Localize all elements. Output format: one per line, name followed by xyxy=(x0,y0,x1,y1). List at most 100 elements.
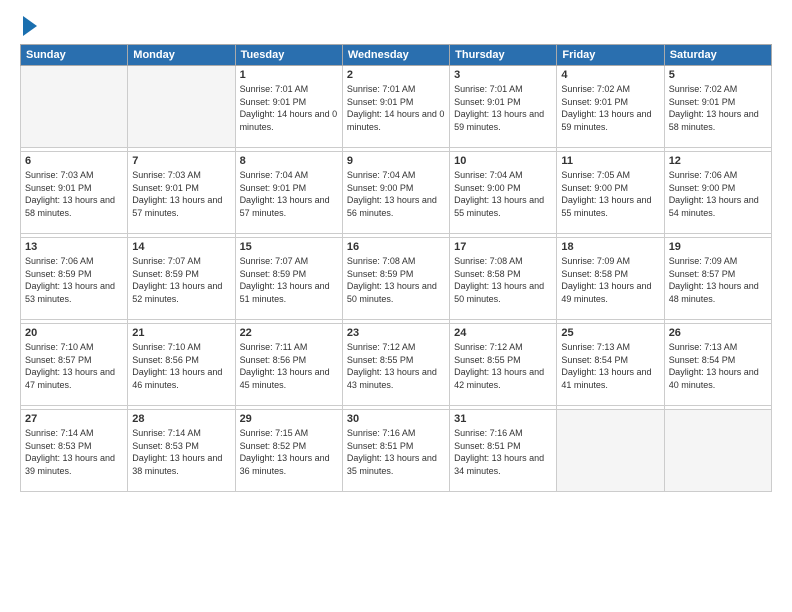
calendar-week-1: 1 Sunrise: 7:01 AMSunset: 9:01 PMDaylight… xyxy=(21,66,772,148)
day-detail: Sunrise: 7:03 AMSunset: 9:01 PMDaylight:… xyxy=(132,169,230,219)
day-detail: Sunrise: 7:02 AMSunset: 9:01 PMDaylight:… xyxy=(561,83,659,133)
calendar-cell: 18Sunrise: 7:09 AMSunset: 8:58 PMDayligh… xyxy=(557,238,664,320)
calendar-cell: 9Sunrise: 7:04 AMSunset: 9:00 PMDaylight… xyxy=(342,152,449,234)
calendar-cell: 22Sunrise: 7:11 AMSunset: 8:56 PMDayligh… xyxy=(235,324,342,406)
day-number: 6 xyxy=(25,155,123,167)
day-number: 9 xyxy=(347,155,445,167)
calendar-week-3: 13 Sunrise: 7:06 AMSunset: 8:59 PMDayligh… xyxy=(21,238,772,320)
calendar-cell: 16 Sunrise: 7:08 AMSunset: 8:59 PMDayligh… xyxy=(342,238,449,320)
calendar-week-2: 6 Sunrise: 7:03 AMSunset: 9:01 PMDaylight… xyxy=(21,152,772,234)
calendar-cell: 3 Sunrise: 7:01 AMSunset: 9:01 PMDaylight… xyxy=(450,66,557,148)
calendar-week-5: 27Sunrise: 7:14 AMSunset: 8:53 PMDayligh… xyxy=(21,410,772,492)
day-number: 30 xyxy=(347,413,445,425)
calendar-cell: 14 Sunrise: 7:07 AMSunset: 8:59 PMDayligh… xyxy=(128,238,235,320)
logo xyxy=(20,18,37,36)
day-number: 19 xyxy=(669,241,767,253)
day-number: 7 xyxy=(132,155,230,167)
day-number: 26 xyxy=(669,327,767,339)
calendar-cell: 8 Sunrise: 7:04 AMSunset: 9:01 PMDaylight… xyxy=(235,152,342,234)
calendar-cell: 17 Sunrise: 7:08 AMSunset: 8:58 PMDayligh… xyxy=(450,238,557,320)
day-number: 10 xyxy=(454,155,552,167)
day-number: 4 xyxy=(561,69,659,81)
day-detail: Sunrise: 7:06 AMSunset: 9:00 PMDaylight:… xyxy=(669,169,767,219)
day-number: 20 xyxy=(25,327,123,339)
calendar-cell: 19 Sunrise: 7:09 AMSunset: 8:57 PMDayligh… xyxy=(664,238,771,320)
day-detail: Sunrise: 7:14 AMSunset: 8:53 PMDaylight:… xyxy=(132,427,230,477)
calendar-header-saturday: Saturday xyxy=(664,45,771,66)
calendar-header-wednesday: Wednesday xyxy=(342,45,449,66)
day-detail: Sunrise: 7:04 AMSunset: 9:01 PMDaylight:… xyxy=(240,169,338,219)
day-number: 25 xyxy=(561,327,659,339)
page: SundayMondayTuesdayWednesdayThursdayFrid… xyxy=(0,0,792,612)
calendar-cell: 29 Sunrise: 7:15 AMSunset: 8:52 PMDayligh… xyxy=(235,410,342,492)
day-number: 21 xyxy=(132,327,230,339)
day-number: 1 xyxy=(240,69,338,81)
calendar-cell: 5 Sunrise: 7:02 AMSunset: 9:01 PMDaylight… xyxy=(664,66,771,148)
calendar-cell xyxy=(128,66,235,148)
day-number: 24 xyxy=(454,327,552,339)
day-detail: Sunrise: 7:07 AMSunset: 8:59 PMDaylight:… xyxy=(132,255,230,305)
day-detail: Sunrise: 7:15 AMSunset: 8:52 PMDaylight:… xyxy=(240,427,338,477)
calendar-cell: 24 Sunrise: 7:12 AMSunset: 8:55 PMDayligh… xyxy=(450,324,557,406)
day-detail: Sunrise: 7:12 AMSunset: 8:55 PMDaylight:… xyxy=(347,341,445,391)
day-detail: Sunrise: 7:05 AMSunset: 9:00 PMDaylight:… xyxy=(561,169,659,219)
day-detail: Sunrise: 7:09 AMSunset: 8:58 PMDaylight:… xyxy=(561,255,659,305)
calendar-header-friday: Friday xyxy=(557,45,664,66)
calendar-cell: 13 Sunrise: 7:06 AMSunset: 8:59 PMDayligh… xyxy=(21,238,128,320)
day-detail: Sunrise: 7:13 AMSunset: 8:54 PMDaylight:… xyxy=(561,341,659,391)
calendar-cell: 15 Sunrise: 7:07 AMSunset: 8:59 PMDayligh… xyxy=(235,238,342,320)
day-number: 29 xyxy=(240,413,338,425)
day-number: 2 xyxy=(347,69,445,81)
calendar-header-thursday: Thursday xyxy=(450,45,557,66)
day-detail: Sunrise: 7:01 AMSunset: 9:01 PMDaylight:… xyxy=(347,83,445,133)
day-number: 5 xyxy=(669,69,767,81)
day-detail: Sunrise: 7:04 AMSunset: 9:00 PMDaylight:… xyxy=(454,169,552,219)
day-detail: Sunrise: 7:07 AMSunset: 8:59 PMDaylight:… xyxy=(240,255,338,305)
calendar-header-sunday: Sunday xyxy=(21,45,128,66)
calendar-header-row: SundayMondayTuesdayWednesdayThursdayFrid… xyxy=(21,45,772,66)
calendar-cell: 25 Sunrise: 7:13 AMSunset: 8:54 PMDayligh… xyxy=(557,324,664,406)
calendar-cell: 28 Sunrise: 7:14 AMSunset: 8:53 PMDayligh… xyxy=(128,410,235,492)
calendar-header-tuesday: Tuesday xyxy=(235,45,342,66)
calendar-cell: 26Sunrise: 7:13 AMSunset: 8:54 PMDayligh… xyxy=(664,324,771,406)
day-number: 28 xyxy=(132,413,230,425)
day-detail: Sunrise: 7:06 AMSunset: 8:59 PMDaylight:… xyxy=(25,255,123,305)
day-number: 11 xyxy=(561,155,659,167)
calendar-cell: 12Sunrise: 7:06 AMSunset: 9:00 PMDayligh… xyxy=(664,152,771,234)
logo-arrow-icon xyxy=(23,16,37,36)
calendar-cell: 21 Sunrise: 7:10 AMSunset: 8:56 PMDayligh… xyxy=(128,324,235,406)
day-detail: Sunrise: 7:02 AMSunset: 9:01 PMDaylight:… xyxy=(669,83,767,133)
day-detail: Sunrise: 7:16 AMSunset: 8:51 PMDaylight:… xyxy=(454,427,552,477)
day-number: 14 xyxy=(132,241,230,253)
day-detail: Sunrise: 7:08 AMSunset: 8:59 PMDaylight:… xyxy=(347,255,445,305)
day-detail: Sunrise: 7:16 AMSunset: 8:51 PMDaylight:… xyxy=(347,427,445,477)
day-number: 15 xyxy=(240,241,338,253)
header xyxy=(20,18,772,36)
calendar-cell: 30 Sunrise: 7:16 AMSunset: 8:51 PMDayligh… xyxy=(342,410,449,492)
calendar-cell: 2 Sunrise: 7:01 AMSunset: 9:01 PMDaylight… xyxy=(342,66,449,148)
day-detail: Sunrise: 7:12 AMSunset: 8:55 PMDaylight:… xyxy=(454,341,552,391)
calendar-cell: 10 Sunrise: 7:04 AMSunset: 9:00 PMDayligh… xyxy=(450,152,557,234)
calendar: SundayMondayTuesdayWednesdayThursdayFrid… xyxy=(20,44,772,492)
calendar-week-4: 20 Sunrise: 7:10 AMSunset: 8:57 PMDayligh… xyxy=(21,324,772,406)
day-detail: Sunrise: 7:10 AMSunset: 8:56 PMDaylight:… xyxy=(132,341,230,391)
calendar-cell: 31Sunrise: 7:16 AMSunset: 8:51 PMDayligh… xyxy=(450,410,557,492)
day-number: 8 xyxy=(240,155,338,167)
day-detail: Sunrise: 7:14 AMSunset: 8:53 PMDaylight:… xyxy=(25,427,123,477)
day-number: 13 xyxy=(25,241,123,253)
day-detail: Sunrise: 7:10 AMSunset: 8:57 PMDaylight:… xyxy=(25,341,123,391)
calendar-cell: 4 Sunrise: 7:02 AMSunset: 9:01 PMDaylight… xyxy=(557,66,664,148)
day-number: 16 xyxy=(347,241,445,253)
day-detail: Sunrise: 7:01 AMSunset: 9:01 PMDaylight:… xyxy=(454,83,552,133)
day-number: 17 xyxy=(454,241,552,253)
calendar-cell: 7 Sunrise: 7:03 AMSunset: 9:01 PMDaylight… xyxy=(128,152,235,234)
day-detail: Sunrise: 7:01 AMSunset: 9:01 PMDaylight:… xyxy=(240,83,338,133)
day-number: 3 xyxy=(454,69,552,81)
day-detail: Sunrise: 7:03 AMSunset: 9:01 PMDaylight:… xyxy=(25,169,123,219)
day-detail: Sunrise: 7:09 AMSunset: 8:57 PMDaylight:… xyxy=(669,255,767,305)
day-number: 22 xyxy=(240,327,338,339)
calendar-cell: 1 Sunrise: 7:01 AMSunset: 9:01 PMDaylight… xyxy=(235,66,342,148)
calendar-header-monday: Monday xyxy=(128,45,235,66)
day-detail: Sunrise: 7:08 AMSunset: 8:58 PMDaylight:… xyxy=(454,255,552,305)
calendar-cell: 11 Sunrise: 7:05 AMSunset: 9:00 PMDayligh… xyxy=(557,152,664,234)
